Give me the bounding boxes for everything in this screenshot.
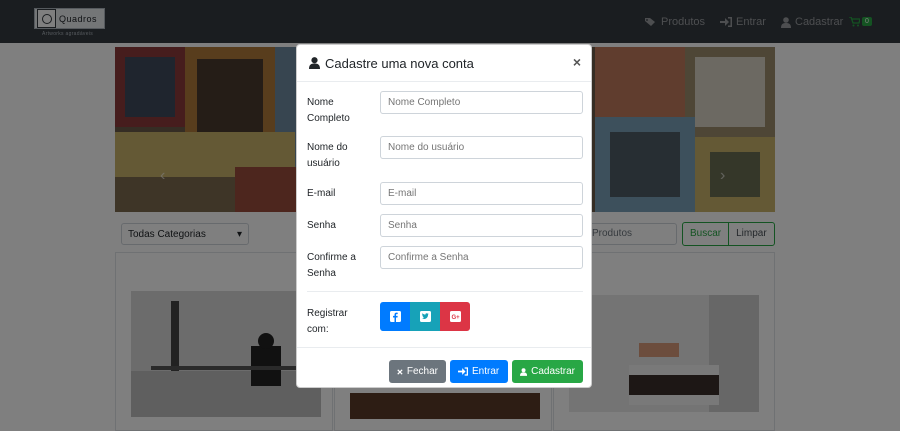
register-button[interactable]: Cadastrar (512, 360, 583, 383)
login-button-label: Entrar (472, 366, 500, 377)
username-label: Nome do usuário (307, 142, 348, 169)
username-input[interactable] (380, 136, 583, 159)
modal-header: Cadastre uma nova conta × (297, 45, 591, 82)
email-label: E-mail (307, 188, 336, 199)
divider (307, 291, 583, 292)
user-icon (520, 367, 528, 376)
email-input[interactable] (380, 182, 583, 205)
google-plus-icon: G+ (449, 311, 461, 322)
register-modal: Cadastre uma nova conta × Nome Completo … (296, 44, 592, 388)
close-button-label: Fechar (406, 366, 438, 377)
times-icon (397, 368, 403, 375)
login-button[interactable]: Entrar (450, 360, 508, 383)
modal-footer: Fechar Entrar Cadastrar (297, 347, 591, 389)
full-name-input[interactable] (380, 91, 583, 114)
modal-title: Cadastre uma nova conta (325, 55, 474, 71)
facebook-icon (389, 311, 401, 322)
full-name-label: Nome Completo (307, 97, 350, 124)
facebook-button[interactable] (380, 302, 410, 331)
sign-in-icon (458, 367, 468, 376)
register-button-label: Cadastrar (531, 366, 575, 377)
user-icon (309, 57, 320, 69)
social-register-label: Registrar com: (307, 308, 348, 335)
svg-text:G+: G+ (451, 315, 460, 321)
close-icon[interactable]: × (573, 54, 581, 70)
confirm-password-input[interactable] (380, 246, 583, 269)
password-input[interactable] (380, 214, 583, 237)
google-plus-button[interactable]: G+ (440, 302, 470, 331)
confirm-password-label: Confirme a Senha (307, 252, 356, 279)
social-buttons: G+ (380, 302, 470, 331)
twitter-button[interactable] (410, 302, 440, 331)
password-label: Senha (307, 220, 336, 231)
close-button[interactable]: Fechar (389, 360, 446, 383)
twitter-icon (419, 311, 431, 322)
